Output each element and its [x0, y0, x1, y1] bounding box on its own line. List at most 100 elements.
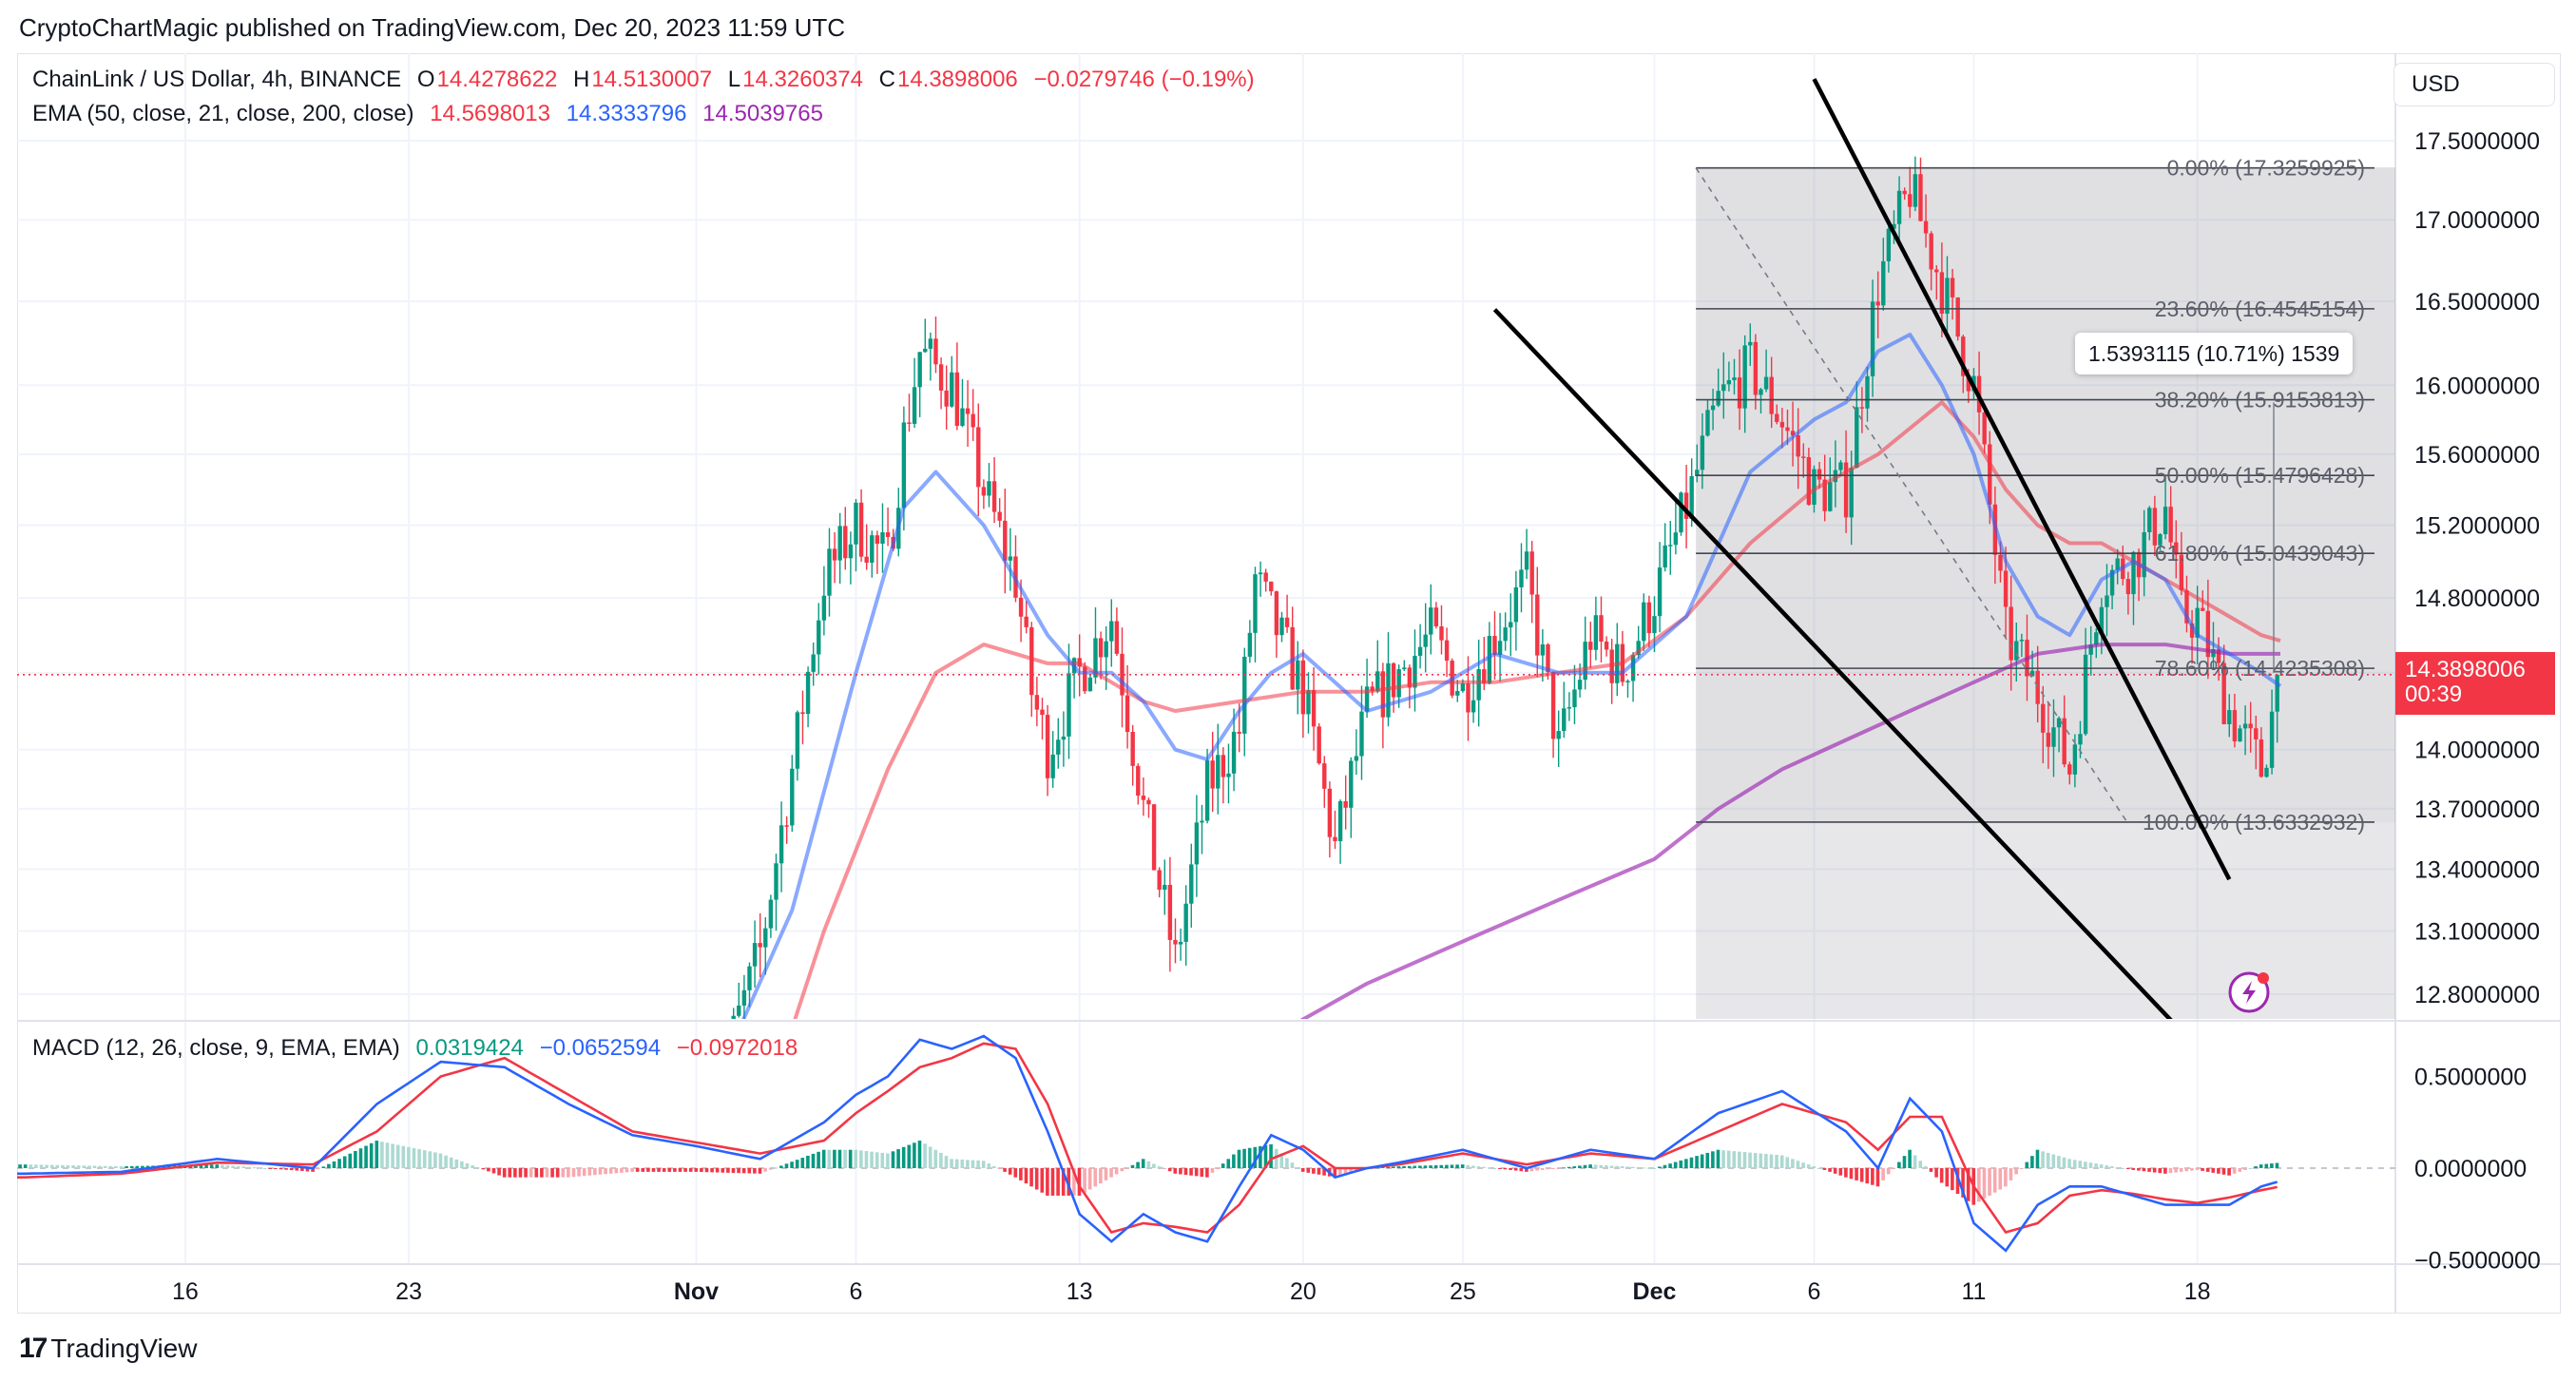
- time-axis-label: 6: [1808, 1278, 1821, 1305]
- candle-body: [1322, 763, 1327, 789]
- macd-hist-bar: [1886, 1168, 1891, 1175]
- macd-hist-bar: [2078, 1161, 2083, 1168]
- macd-line: [17, 1034, 2278, 1253]
- macd-hist-bar: [1125, 1168, 1129, 1169]
- candle-body: [763, 928, 768, 948]
- macd-hist-bar: [2121, 1168, 2124, 1169]
- chart-svg[interactable]: 0.00% (17.3259925) 23.60% (16.4545154) 38.…: [0, 0, 2576, 1382]
- macd-hist-bar: [364, 1145, 368, 1168]
- macd-hist-bar: [1290, 1162, 1295, 1168]
- candle-body: [2078, 734, 2083, 745]
- candle-body: [1663, 545, 1667, 568]
- time-axis-label: 23: [395, 1278, 422, 1305]
- macd-hist-bar: [1482, 1166, 1486, 1168]
- candle-body: [1114, 621, 1120, 654]
- macd-hist-bar: [1183, 1168, 1188, 1176]
- candle-body: [710, 1103, 714, 1133]
- candle-body: [832, 548, 837, 561]
- ema21-value: 14.3333796: [566, 101, 687, 126]
- macd-hist-bar: [1152, 1163, 1156, 1168]
- candle-body: [1380, 671, 1386, 718]
- candle-body: [1269, 581, 1274, 592]
- macd-hist-bar: [987, 1163, 991, 1168]
- macd-hist-bar: [1801, 1162, 1805, 1168]
- macd-hist-bar: [1546, 1168, 1550, 1170]
- macd-hist-bar: [1087, 1168, 1092, 1190]
- macd-hist-bar: [896, 1149, 900, 1168]
- candle-body: [912, 387, 917, 424]
- fib-level-label: 78.60% (14.4235308): [2155, 656, 2365, 681]
- candle-body: [933, 338, 938, 365]
- time-axis-label: Dec: [1633, 1278, 1677, 1305]
- macd-hist-bar: [1689, 1157, 1694, 1168]
- macd-hist-bar: [604, 1168, 607, 1175]
- macd-hist-bar: [933, 1149, 938, 1168]
- macd-hist-bar: [417, 1149, 421, 1168]
- candle-body: [1349, 760, 1354, 808]
- macd-hist-bar: [1753, 1153, 1758, 1168]
- candle-body: [971, 413, 975, 428]
- candle-body: [1859, 407, 1865, 409]
- candle-body: [1599, 615, 1604, 643]
- macd-hist-bar: [700, 1168, 703, 1173]
- macd-hist-bar: [891, 1151, 895, 1168]
- macd-hist-bar: [1317, 1168, 1321, 1175]
- macd-hist-bar: [284, 1168, 288, 1170]
- macd-hist-bar: [2110, 1166, 2114, 1168]
- candle-body: [1274, 591, 1279, 636]
- macd-hist-bar: [657, 1168, 661, 1172]
- candle-body: [1939, 272, 1945, 315]
- candle-body: [2163, 507, 2168, 535]
- macd-hist-bar: [976, 1160, 980, 1168]
- macd-hist-bar: [2125, 1168, 2130, 1169]
- macd-hist-bar: [1668, 1163, 1672, 1168]
- macd-hist-bar: [768, 1168, 773, 1170]
- time-axis: 16 23 Nov 6 13 20 25 Dec 6 11 18: [172, 1278, 2211, 1305]
- macd-hist-bar: [407, 1146, 411, 1168]
- macd-hist-bar: [1844, 1168, 1848, 1178]
- macd-hist-bar: [1216, 1168, 1220, 1169]
- macd-hist-bar: [1146, 1161, 1151, 1168]
- macd-hist-bar: [635, 1168, 640, 1172]
- macd-hist-bar: [337, 1159, 341, 1168]
- candle-body: [817, 620, 821, 655]
- macd-hist-bar: [225, 1164, 230, 1168]
- candle-body: [1173, 939, 1178, 945]
- candle-body: [976, 427, 981, 488]
- candle-body: [1519, 569, 1524, 587]
- currency-button[interactable]: USD: [2393, 63, 2555, 106]
- candle-body: [1226, 773, 1231, 777]
- macd-hist-bar: [1679, 1160, 1683, 1168]
- candle-body: [758, 943, 762, 948]
- macd-hist-bar: [1513, 1168, 1518, 1171]
- macd-hist-bar: [646, 1168, 650, 1172]
- candle-body: [991, 481, 997, 512]
- macd-hist-bar: [2195, 1168, 2200, 1170]
- macd-hist-bar: [758, 1168, 762, 1174]
- candle-body: [1136, 765, 1141, 797]
- macd-hist-bar: [354, 1150, 357, 1168]
- candle-body: [1471, 700, 1476, 713]
- candle-body: [1476, 669, 1481, 701]
- price-axis-label: 15.6000000: [2414, 442, 2540, 469]
- candle-body: [1753, 341, 1759, 395]
- tradingview-logo[interactable]: 17 TradingView: [19, 1333, 197, 1365]
- macd-hist-bar: [1556, 1168, 1561, 1169]
- candle-body: [1855, 407, 1859, 469]
- candle-body: [1801, 456, 1806, 458]
- candle-body: [1679, 492, 1683, 533]
- macd-hist-bar: [1764, 1154, 1768, 1168]
- candle-body: [1040, 709, 1045, 716]
- macd-hist-bar: [1099, 1168, 1103, 1184]
- candle-body: [901, 422, 907, 509]
- macd-hist-bar: [1838, 1168, 1843, 1176]
- macd-hist-bar: [1663, 1164, 1667, 1168]
- macd-hist-bar: [1775, 1155, 1778, 1168]
- macd-hist-bar: [1982, 1168, 1987, 1200]
- macd-hist-bar: [630, 1168, 634, 1172]
- macd-hist-bar: [1711, 1151, 1715, 1168]
- macd-hist-bar: [1413, 1165, 1417, 1168]
- macd-hist-bar: [1791, 1159, 1795, 1168]
- macd-hist-bar: [880, 1152, 885, 1168]
- candle-body: [1242, 656, 1247, 734]
